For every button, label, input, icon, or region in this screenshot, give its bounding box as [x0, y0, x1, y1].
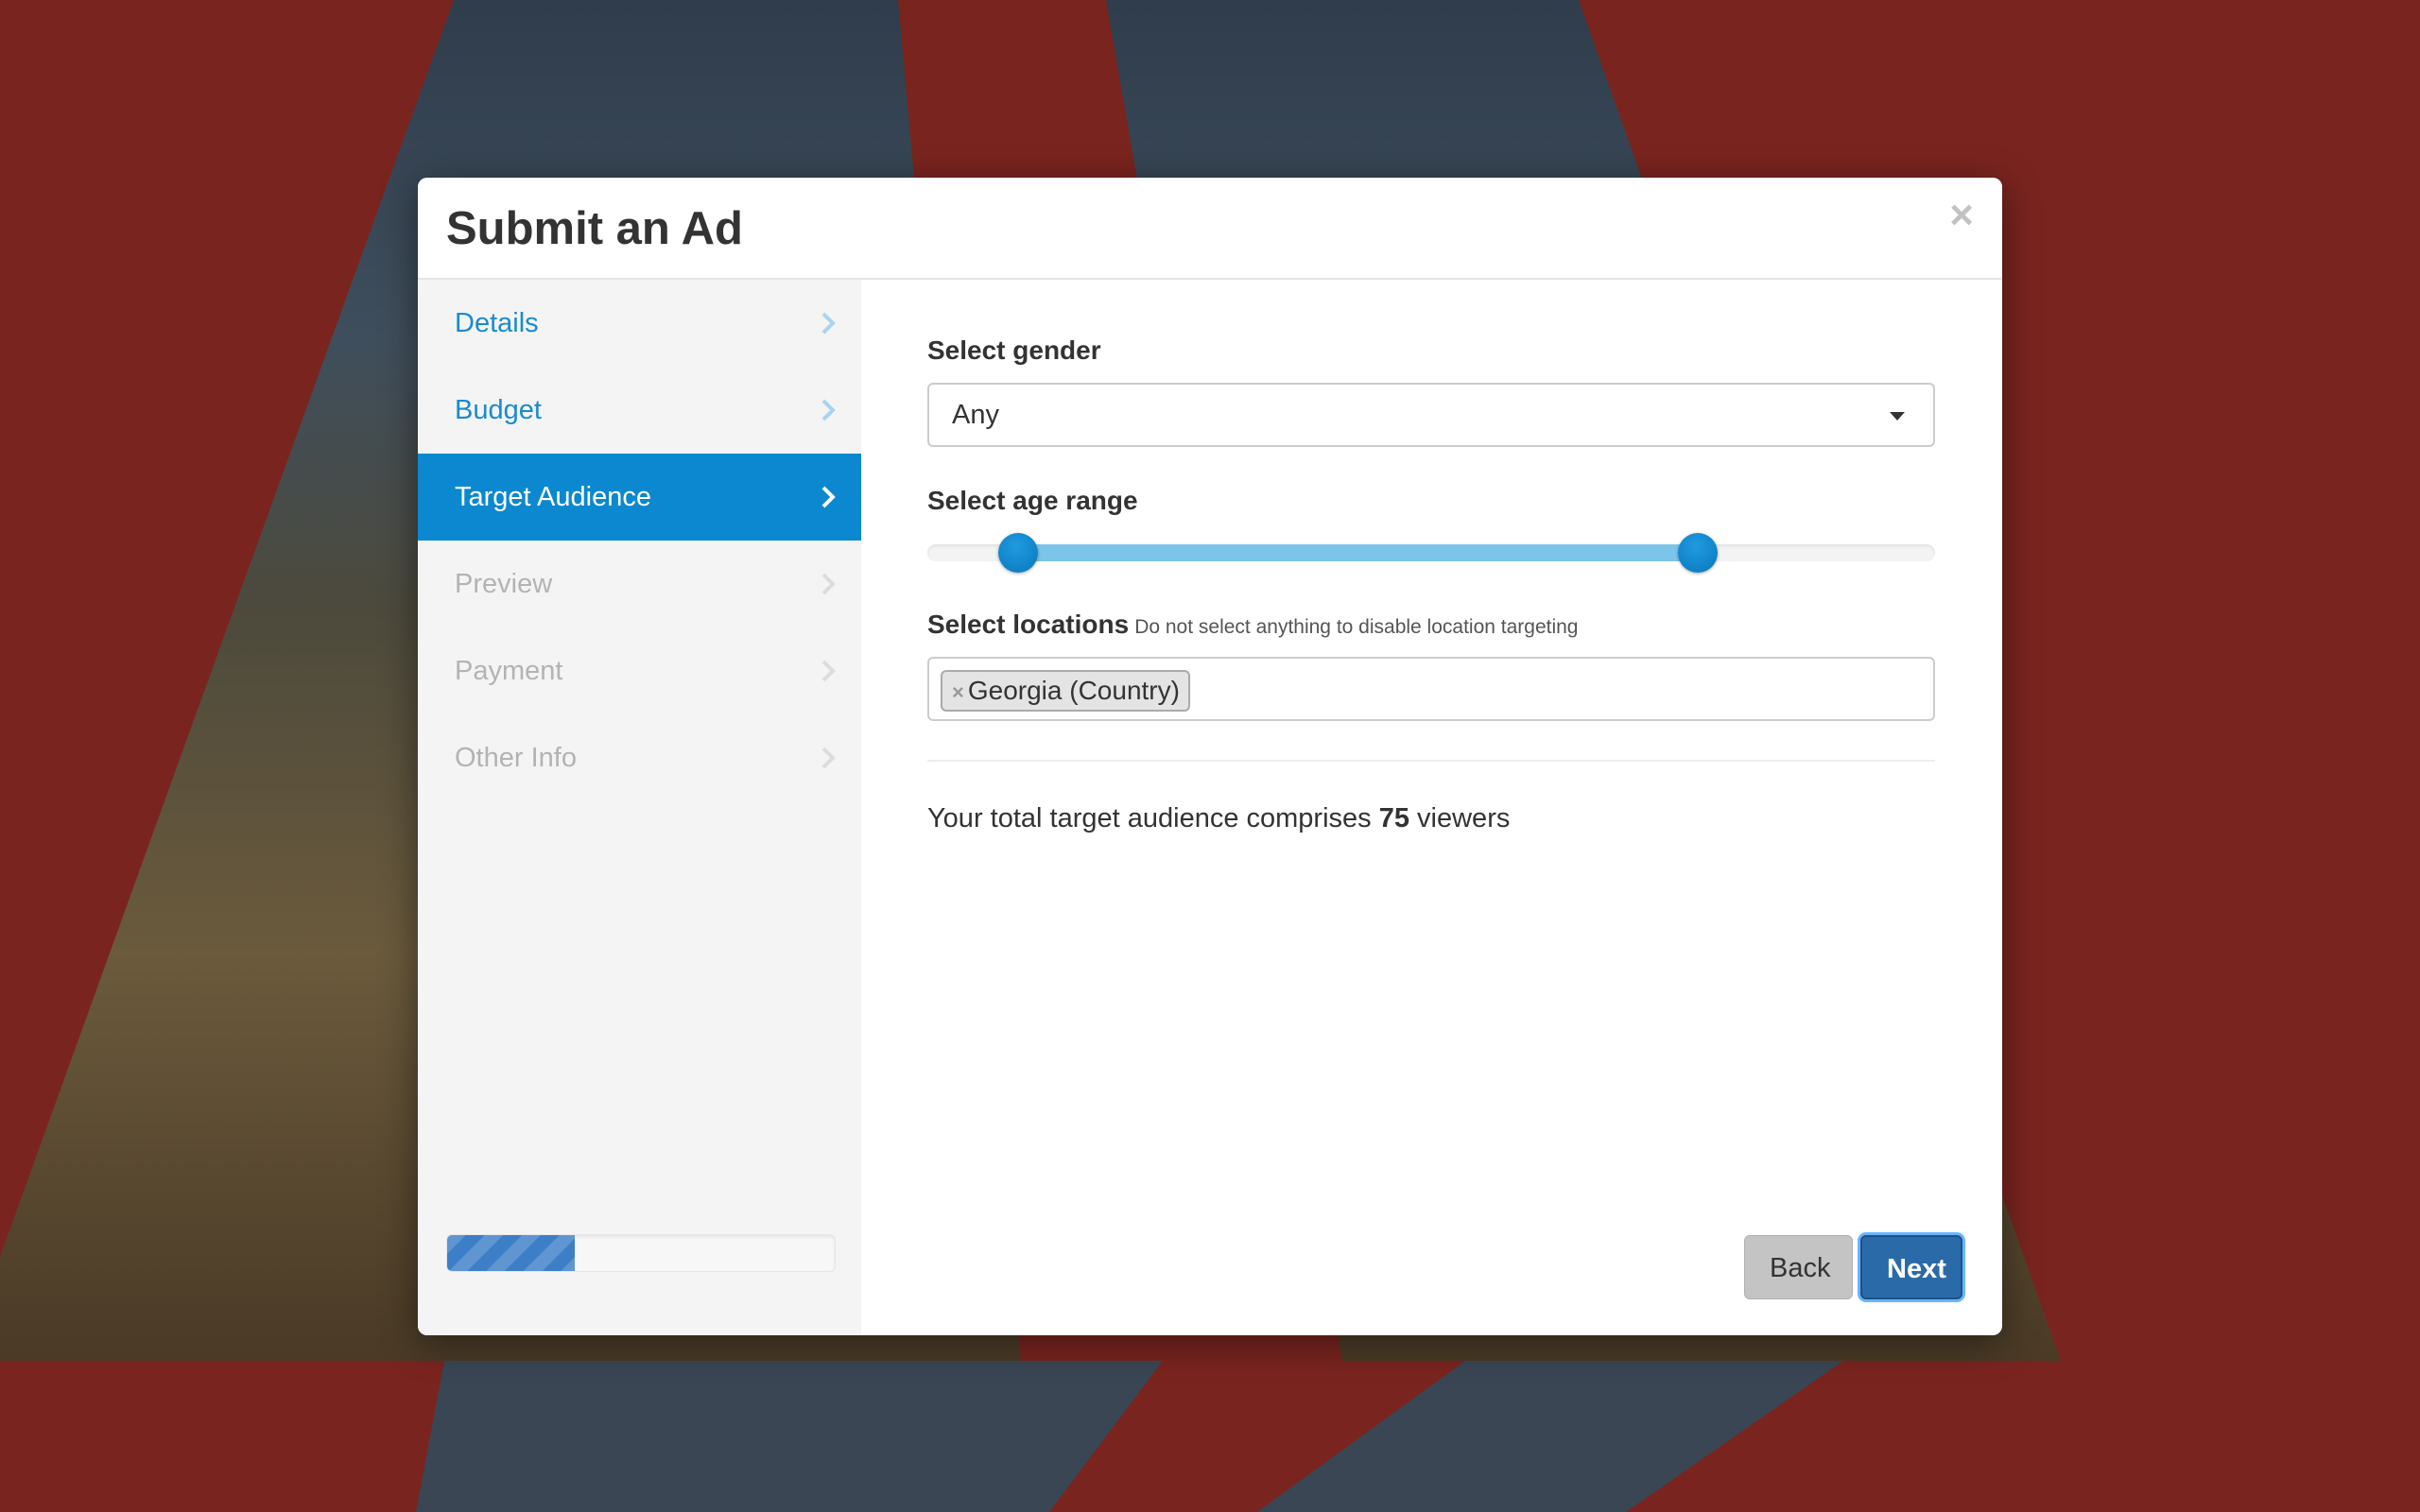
- chevron-right-icon: [821, 747, 836, 769]
- age-range-selection: [1017, 544, 1699, 561]
- sidebar-item-preview[interactable]: Preview: [418, 541, 861, 627]
- sidebar-item-label: Payment: [455, 656, 563, 686]
- modal-header: Submit an Ad ×: [418, 178, 2002, 280]
- audience-count: 75: [1378, 803, 1409, 833]
- sidebar-item-details[interactable]: Details: [418, 280, 861, 367]
- audience-summary: Your total target audience comprises 75 …: [927, 803, 1510, 834]
- locations-hint: Do not select anything to disable locati…: [1134, 616, 1579, 638]
- chevron-right-icon: [821, 486, 836, 508]
- locations-label-row: Select locations Do not select anything t…: [927, 610, 1579, 640]
- sidebar-item-other-info[interactable]: Other Info: [418, 714, 861, 801]
- wizard-progress-bar: [446, 1234, 836, 1272]
- gender-select[interactable]: Any: [927, 383, 1935, 447]
- remove-tag-icon[interactable]: ×: [952, 680, 964, 704]
- locations-label: Select locations: [927, 610, 1130, 639]
- age-min-handle[interactable]: [997, 533, 1038, 573]
- sidebar-item-payment[interactable]: Payment: [418, 627, 861, 714]
- chevron-right-icon: [821, 312, 836, 335]
- sidebar-item-label: Details: [455, 308, 539, 338]
- caret-down-icon: [1890, 412, 1905, 421]
- location-tag-label: Georgia (Country): [967, 676, 1180, 705]
- summary-prefix: Your total target audience comprises: [927, 803, 1372, 833]
- chevron-right-icon: [821, 660, 836, 682]
- age-range-slider[interactable]: [927, 533, 1935, 573]
- progress-bar-fill: [447, 1235, 576, 1271]
- sidebar-item-label: Target Audience: [455, 482, 651, 512]
- modal-title: Submit an Ad: [446, 203, 743, 254]
- gender-label: Select gender: [927, 335, 1101, 365]
- locations-input[interactable]: × Georgia (Country): [927, 657, 1935, 721]
- submit-ad-modal: Submit an Ad × Details Budget Target Aud…: [418, 178, 2002, 1335]
- close-icon[interactable]: ×: [1949, 195, 1974, 236]
- sidebar-item-label: Other Info: [455, 743, 577, 773]
- summary-suffix: viewers: [1417, 803, 1511, 833]
- chevron-right-icon: [821, 573, 836, 595]
- wizard-sidebar: Details Budget Target Audience Preview P…: [418, 280, 861, 1335]
- divider: [927, 760, 1935, 762]
- chevron-right-icon: [821, 399, 836, 421]
- next-button[interactable]: Next: [1860, 1235, 1962, 1299]
- sidebar-item-label: Budget: [455, 395, 542, 425]
- age-range-label: Select age range: [927, 486, 1138, 515]
- gender-select-value: Any: [952, 400, 999, 430]
- sidebar-item-target-audience[interactable]: Target Audience: [418, 454, 861, 541]
- sidebar-item-label: Preview: [455, 569, 553, 599]
- sidebar-item-budget[interactable]: Budget: [418, 367, 861, 454]
- back-button[interactable]: Back: [1744, 1235, 1853, 1299]
- location-tag: × Georgia (Country): [941, 670, 1190, 712]
